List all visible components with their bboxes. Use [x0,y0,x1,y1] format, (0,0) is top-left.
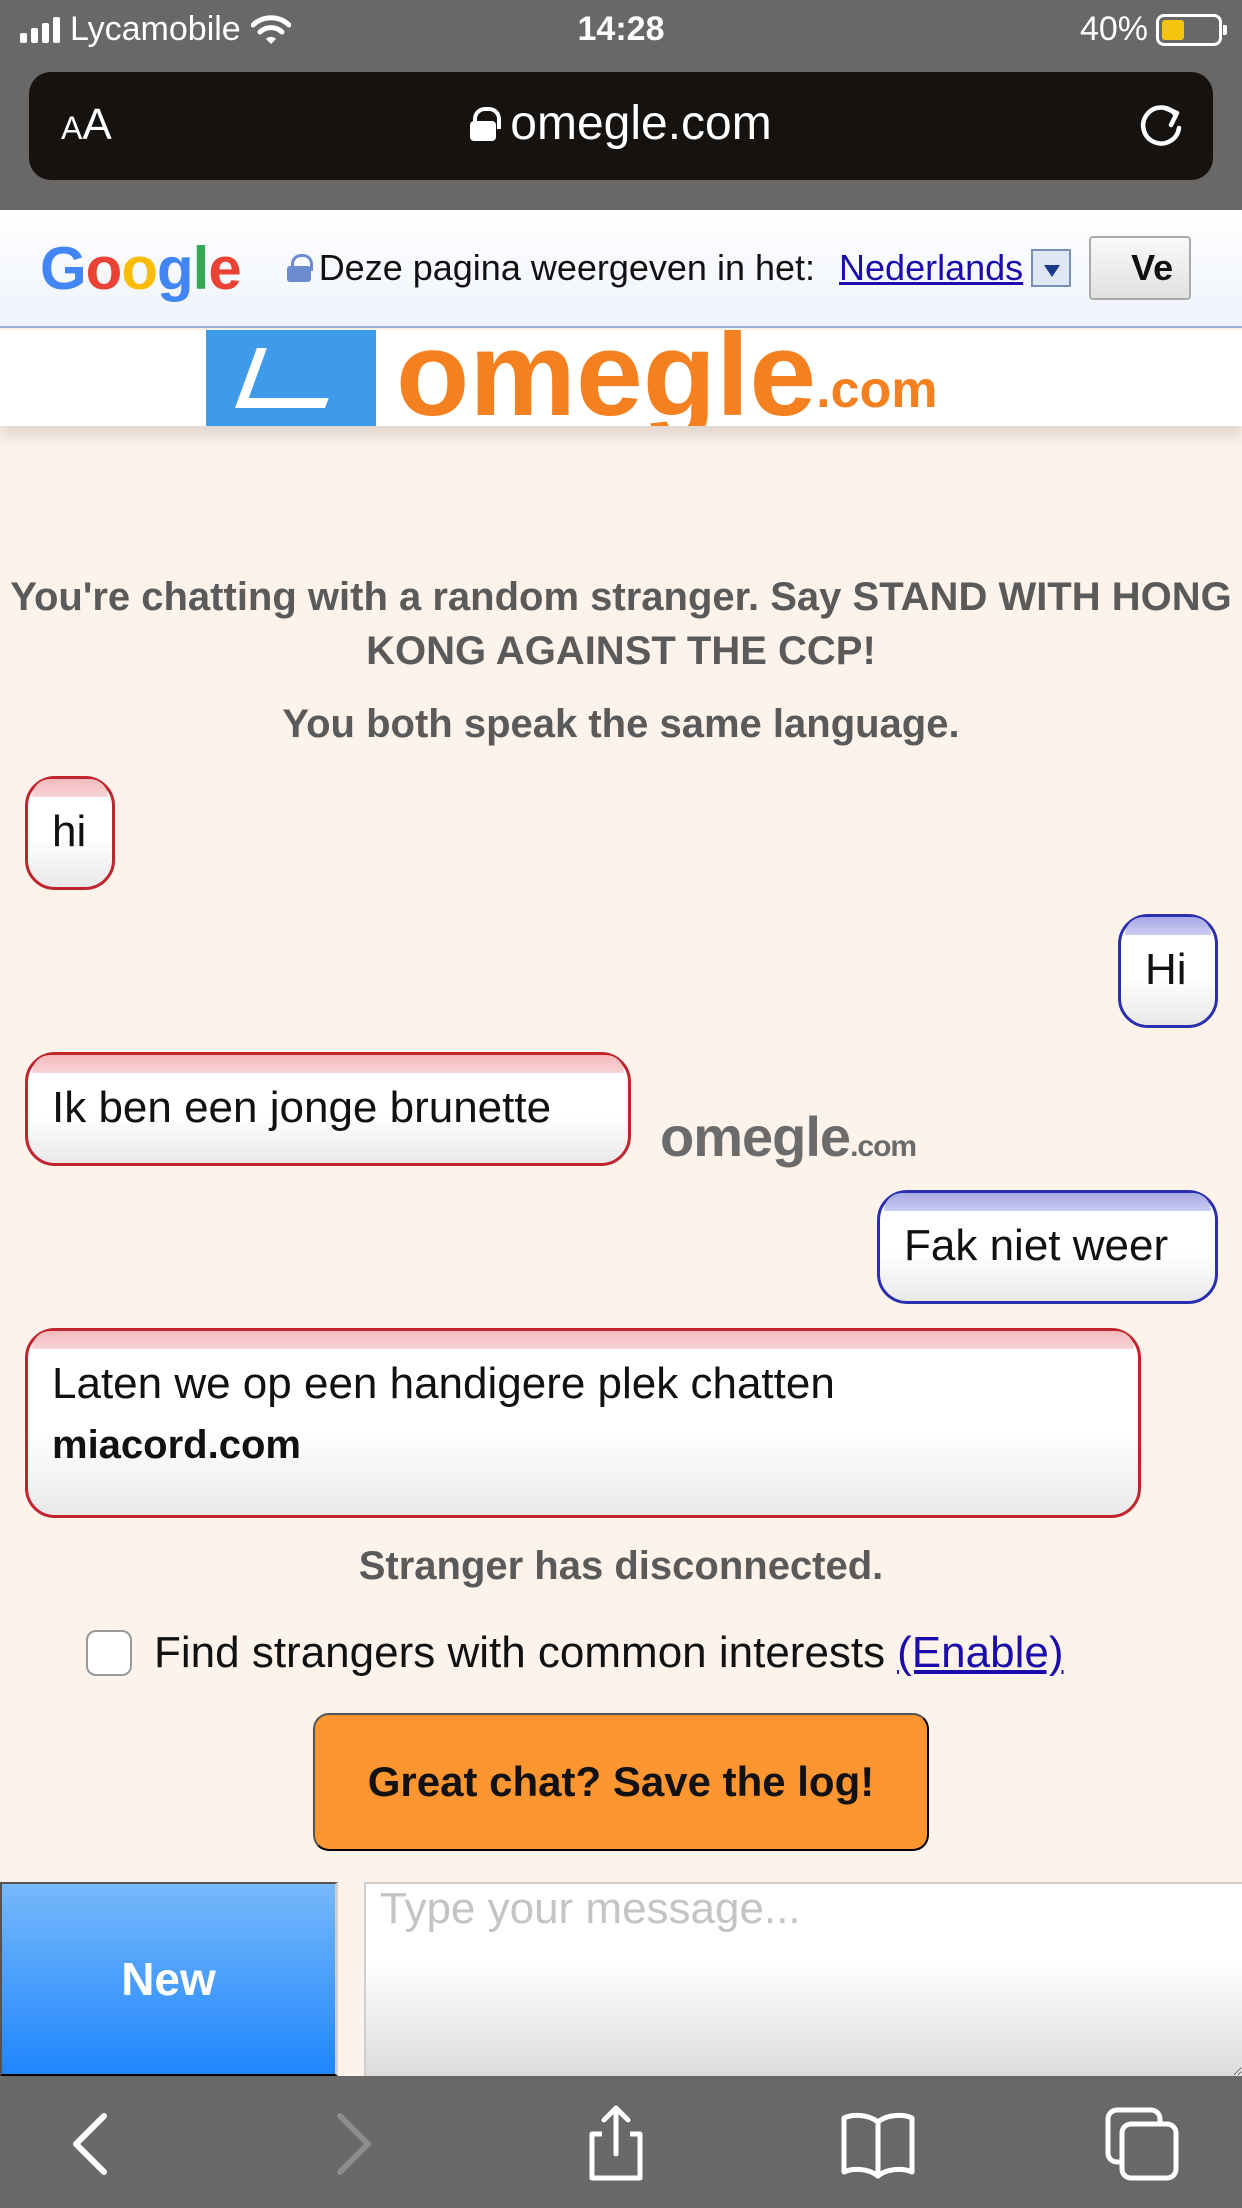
interests-row: Find strangers with common interests (En… [86,1628,1063,1678]
language-link[interactable]: Nederlands [839,247,1023,289]
address-bar[interactable]: AA omegle.com [29,72,1213,180]
message-text: Laten we op een handigere plek chatten [52,1359,835,1408]
google-logo: Google [40,234,242,302]
battery-percentage: 40% [1079,10,1148,48]
translate-button[interactable]: Ve [1089,236,1192,300]
book-icon[interactable] [838,2104,918,2184]
chevron-down-icon[interactable] [1031,249,1072,287]
chevron-right-icon[interactable] [312,2104,392,2184]
battery-fill [1162,19,1184,40]
logo-suffix: .com [816,361,938,419]
enable-interests-link[interactable]: (Enable) [897,1628,1063,1678]
message-link: miacord.com [52,1423,301,1467]
interests-label: Find strangers with common interests [154,1628,886,1677]
site-header: omegle .com [0,330,1242,426]
status-bar: Lycamobile 14:28 40% [0,0,1242,62]
browser-toolbar [0,2076,1242,2208]
status-right: 40% [1079,10,1227,49]
lock-icon [470,107,502,141]
screen: Lycamobile 14:28 40% AA omegle.com Googl… [0,0,1242,2208]
disconnected-notice: Stranger has disconnected. [358,1544,884,1588]
url-text: omegle.com [510,97,772,150]
url-display[interactable]: omegle.com [29,96,1213,151]
translate-prompt: Deze pagina weergeven in het: [318,247,816,288]
logo-icon [206,330,376,426]
message-text: Ik ben een jonge brunette [52,1083,552,1132]
translate-bar: Google Deze pagina weergeven in het: Ned… [0,210,1242,328]
chat-intro: You're chatting with a random stranger. … [10,575,1232,673]
browser-chrome: AA omegle.com [0,62,1242,210]
message-text: Fak niet weer [904,1221,1169,1270]
status-time: 14:28 [577,10,665,48]
tabs-icon[interactable] [1102,2104,1182,2184]
omegle-watermark: omegle.com [660,1105,917,1168]
stranger-message: hi [25,776,115,890]
chevron-left-icon[interactable] [52,2104,132,2184]
reload-icon[interactable] [1135,100,1187,152]
language-note: You both speak the same language. [282,702,960,746]
interests-checkbox[interactable] [86,1630,132,1676]
message-input[interactable] [364,1882,1242,2076]
new-chat-button[interactable]: New [0,1882,338,2076]
message-text: Hi [1145,945,1187,994]
you-message: Fak niet weer [877,1190,1218,1304]
you-message: Hi [1118,914,1218,1028]
message-text: hi [52,807,87,856]
stranger-message: Ik ben een jonge brunette [25,1052,631,1166]
lock-icon [286,254,313,282]
save-log-button[interactable]: Great chat? Save the log! [313,1713,929,1851]
battery-icon [1156,13,1227,46]
share-icon[interactable] [576,2104,656,2184]
logo-text: omegle [396,330,817,426]
omegle-logo[interactable]: omegle .com [206,330,938,426]
stranger-message: Laten we op een handigere plek chatten m… [25,1328,1141,1518]
